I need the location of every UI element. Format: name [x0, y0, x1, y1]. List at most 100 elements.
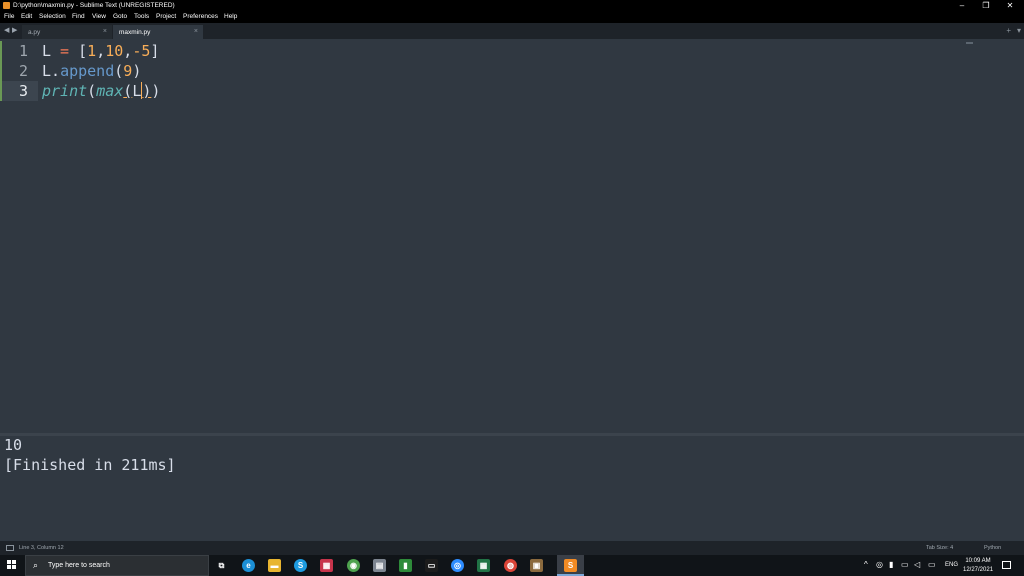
token-operator: =	[51, 42, 79, 60]
line-number: 1	[18, 42, 28, 60]
network-icon[interactable]: ▭	[901, 560, 909, 569]
token-paren: )	[132, 62, 142, 80]
app-icon[interactable]: ▤	[373, 559, 386, 572]
output-line: 10	[4, 436, 23, 454]
token-paren: )	[151, 82, 161, 100]
line-number: 2	[18, 62, 28, 80]
tab-close-icon[interactable]: ×	[103, 28, 107, 35]
token-variable: L	[42, 62, 52, 80]
menu-goto[interactable]: Goto	[113, 13, 127, 20]
tray-overflow-icon[interactable]: ^	[864, 560, 868, 569]
build-output-panel[interactable]: 10 [Finished in 211ms]	[0, 436, 1024, 541]
minimap-viewport-icon[interactable]	[966, 42, 973, 44]
zoom-icon[interactable]: ◎	[451, 559, 464, 572]
token-builtin-function: max	[96, 82, 124, 100]
windows-logo-icon	[12, 565, 16, 569]
line-number: 3	[18, 82, 28, 100]
edge-icon[interactable]: e	[242, 559, 255, 572]
file-explorer-icon[interactable]: ▬	[268, 559, 281, 572]
token-bracket: ]	[150, 42, 160, 60]
title-bar: D:\python\maxmin.py - Sublime Text (UNRE…	[0, 0, 1024, 12]
tab-maxmin-py[interactable]: maxmin.py ×	[113, 25, 203, 39]
token-paren-matched: (	[123, 82, 133, 100]
output-line: [Finished in 211ms]	[4, 456, 176, 474]
windows-taskbar: ⌕ Type here to search ⧉ e ▬ S ▦ ◉ ▤ ▮ ▭ …	[0, 555, 1024, 576]
syntax-indicator[interactable]: Python	[984, 545, 1001, 551]
skype-icon[interactable]: S	[294, 559, 307, 572]
window-title: D:\python\maxmin.py - Sublime Text (UNRE…	[13, 2, 175, 9]
clock-date: 12/27/2021	[963, 567, 994, 573]
menu-file[interactable]: File	[4, 13, 14, 20]
modified-line-marker	[0, 81, 2, 101]
sublime-app-icon	[3, 2, 10, 9]
menu-edit[interactable]: Edit	[21, 13, 32, 20]
tab-a-py[interactable]: a.py ×	[22, 25, 112, 39]
excel-icon[interactable]: ▦	[477, 559, 490, 572]
windows-logo-icon	[7, 560, 11, 564]
token-dot: .	[51, 62, 61, 80]
windows-logo-icon	[7, 565, 11, 569]
cursor-position[interactable]: Line 3, Column 12	[19, 545, 64, 551]
token-variable: L	[42, 42, 52, 60]
tab-label: maxmin.py	[119, 29, 151, 36]
status-bar: Line 3, Column 12 Tab Size: 4 Python	[0, 541, 1024, 555]
menu-bar: File Edit Selection Find View Goto Tools…	[0, 12, 1024, 23]
app-icon[interactable]: ◉	[347, 559, 360, 572]
token-number: -5	[132, 42, 151, 60]
code-line-3[interactable]: print(max(L))	[42, 81, 160, 101]
search-placeholder: Type here to search	[48, 562, 110, 569]
app-icon[interactable]: ▦	[320, 559, 333, 572]
tab-size-indicator[interactable]: Tab Size: 4	[926, 545, 953, 551]
search-icon: ⌕	[33, 560, 39, 570]
new-tab-icon[interactable]: +	[1006, 26, 1011, 35]
token-comma: ,	[96, 42, 106, 60]
restore-button[interactable]: ❐	[974, 0, 998, 12]
tab-next-icon[interactable]: ▶	[12, 26, 17, 34]
notification-center-icon[interactable]	[1002, 561, 1011, 569]
token-method: append	[60, 62, 115, 80]
tab-close-icon[interactable]: ×	[194, 28, 198, 35]
menu-project[interactable]: Project	[156, 13, 176, 20]
terminal-icon[interactable]: ▭	[425, 559, 438, 572]
gutter-line: 1	[0, 41, 38, 61]
volume-icon[interactable]: ◁	[914, 560, 920, 569]
minimize-button[interactable]: –	[950, 0, 974, 12]
keyboard-icon[interactable]: ▭	[928, 560, 936, 569]
panel-toggle-icon[interactable]	[6, 545, 14, 551]
token-number: 1	[87, 42, 97, 60]
menu-tools[interactable]: Tools	[134, 13, 149, 20]
app-icon[interactable]: ▮	[399, 559, 412, 572]
app-icon[interactable]: ▣	[530, 559, 543, 572]
task-view-icon[interactable]: ⧉	[215, 559, 228, 572]
system-clock[interactable]: 10:09 AM 12/27/2021	[963, 557, 993, 575]
tab-list-dropdown-icon[interactable]: ▾	[1017, 26, 1021, 35]
taskbar-search-box[interactable]: ⌕ Type here to search	[25, 555, 209, 576]
token-number: 9	[123, 62, 133, 80]
token-number: 10	[105, 42, 124, 60]
input-language[interactable]: ENG	[945, 562, 958, 568]
close-window-button[interactable]: ✕	[998, 0, 1022, 12]
modified-line-marker	[0, 41, 2, 61]
gutter-line-active: 3	[0, 81, 38, 101]
menu-selection[interactable]: Selection	[39, 13, 66, 20]
tab-label: a.py	[28, 29, 41, 36]
menu-preferences[interactable]: Preferences	[183, 13, 218, 20]
modified-line-marker	[0, 61, 2, 81]
microphone-icon[interactable]: ▮	[889, 560, 893, 569]
start-button[interactable]	[0, 555, 24, 576]
token-comma: ,	[123, 42, 133, 60]
clock-time: 10:09 AM	[965, 558, 991, 564]
tab-prev-icon[interactable]: ◀	[4, 26, 9, 34]
code-editor[interactable]: 1 2 3 L = [1,10,-5] L.append(9) print(ma…	[0, 39, 1024, 433]
token-paren: (	[114, 62, 124, 80]
chrome-icon[interactable]: ◍	[504, 559, 517, 572]
tab-bar: ◀ ▶ a.py × maxmin.py × + ▾	[0, 23, 1024, 39]
menu-view[interactable]: View	[92, 13, 106, 20]
token-paren: (	[87, 82, 97, 100]
menu-find[interactable]: Find	[72, 13, 85, 20]
code-line-2[interactable]: L.append(9)	[42, 61, 141, 81]
code-line-1[interactable]: L = [1,10,-5]	[42, 41, 159, 61]
tray-app-icon[interactable]: ◎	[876, 560, 883, 569]
menu-help[interactable]: Help	[224, 13, 237, 20]
sublime-text-icon[interactable]: S	[564, 559, 577, 572]
